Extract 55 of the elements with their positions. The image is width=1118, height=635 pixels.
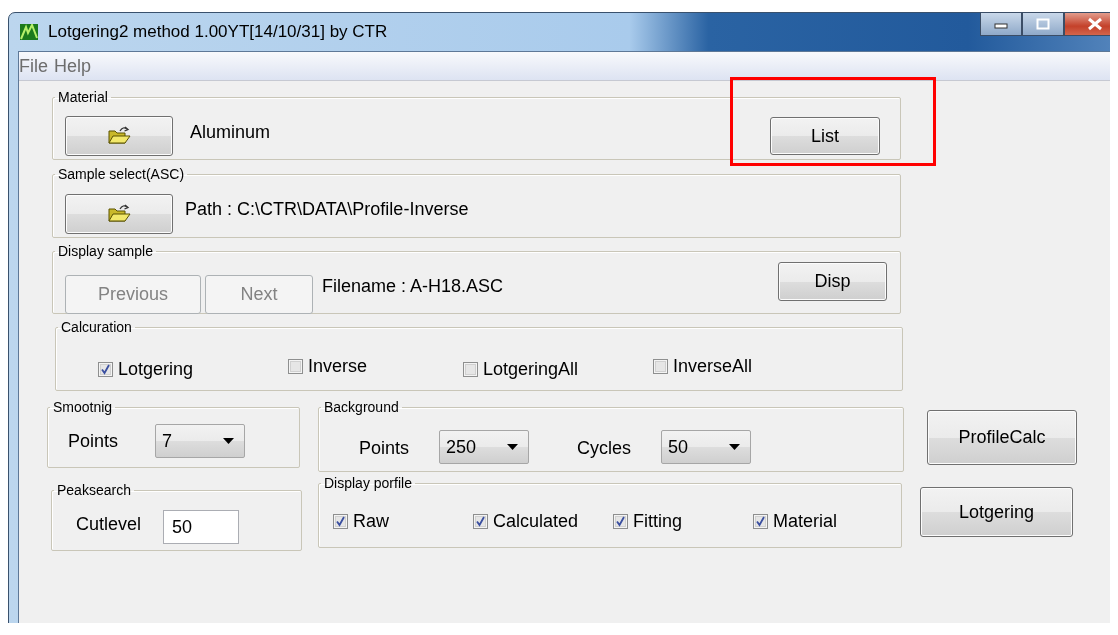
points-label: Points — [359, 437, 410, 459]
group-title: Background — [323, 399, 400, 415]
checkbox[interactable] — [653, 359, 668, 374]
checkbox-label: Calculated — [493, 510, 579, 532]
group-title: Sample select(ASC) — [57, 166, 186, 182]
maximize-button[interactable] — [1022, 12, 1064, 36]
group-title: Display porfile — [323, 475, 413, 491]
dropdown-arrow-icon — [729, 444, 741, 450]
group-title: Display sample — [57, 243, 154, 259]
disp-button[interactable]: Disp — [778, 261, 887, 301]
open-folder-button[interactable] — [65, 116, 173, 156]
profile-calc-button[interactable]: ProfileCalc — [927, 410, 1077, 465]
checkbox-label: Inverse — [308, 356, 368, 377]
checkbox[interactable] — [473, 513, 488, 529]
checkbox[interactable] — [463, 362, 478, 377]
close-icon — [1086, 17, 1103, 31]
checkbox-label: Fitting — [633, 510, 683, 532]
checkbox-label: Lotgering — [118, 359, 194, 380]
checkbox-label: InverseAll — [673, 356, 753, 377]
cutlevel-label: Cutlevel — [76, 513, 142, 535]
group-title: Peaksearch — [56, 482, 132, 498]
group-title: Smootnig — [52, 399, 114, 415]
menu-item[interactable]: Help — [54, 55, 92, 77]
dropdown[interactable]: 50 — [661, 430, 752, 464]
open-folder-button[interactable] — [65, 193, 173, 234]
open-folder-icon — [107, 126, 131, 146]
minimize-button[interactable] — [980, 12, 1022, 36]
points-label: Points — [68, 430, 119, 452]
open-folder-icon — [107, 203, 131, 224]
window-title: Lotgering2 method 1.00YT[14/10/31] by CTR — [48, 22, 388, 42]
list-button[interactable]: List — [770, 117, 880, 155]
close-button[interactable] — [1064, 12, 1110, 36]
dropdown-arrow-icon — [507, 444, 519, 450]
dropdown-arrow-icon — [223, 438, 235, 444]
checkbox-label: Material — [773, 510, 838, 532]
group-title: Material — [57, 89, 109, 105]
material-name: Aluminum — [190, 121, 271, 143]
checkbox[interactable] — [753, 513, 768, 529]
checkbox-label: Raw — [353, 510, 389, 532]
checkbox[interactable] — [333, 513, 348, 529]
checkbox[interactable] — [613, 513, 628, 529]
checkbox[interactable] — [288, 359, 303, 374]
dropdown[interactable]: 250 — [439, 430, 530, 464]
points-label: Cycles — [577, 437, 632, 459]
input-field[interactable]: 50 — [163, 510, 240, 544]
lotgering-button[interactable]: Lotgering — [920, 487, 1073, 537]
maximize-icon — [1036, 18, 1050, 30]
app-icon — [20, 24, 38, 40]
dropdown[interactable]: 7 — [155, 424, 246, 458]
checkbox-label: LotgeringAll — [483, 359, 579, 380]
path-label: Path : C:\CTR\DATA\Profile-Inverse — [185, 199, 469, 220]
group-title: Calcuration — [60, 319, 133, 335]
checkbox[interactable] — [98, 362, 113, 377]
menu-item[interactable]: File — [19, 55, 48, 77]
filename-label: Filename : A-H18.ASC — [322, 275, 504, 297]
